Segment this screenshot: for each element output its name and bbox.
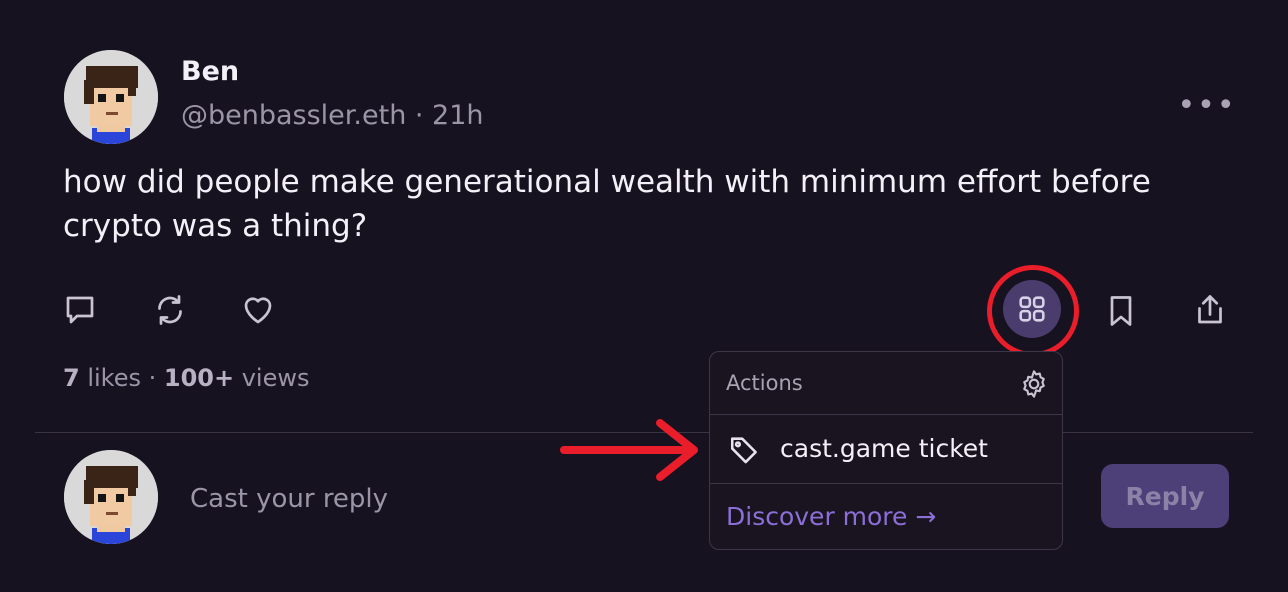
actions-dropdown: Actions cast.game ticket Discover more → bbox=[709, 351, 1063, 550]
action-item-cast-game-ticket[interactable]: cast.game ticket bbox=[710, 415, 1062, 484]
reply-button[interactable] bbox=[58, 288, 102, 332]
bookmark-icon bbox=[1110, 296, 1132, 326]
current-user-avatar bbox=[64, 450, 158, 544]
more-options-button[interactable]: ••• bbox=[1177, 88, 1234, 123]
likes-count[interactable]: 7 bbox=[63, 364, 80, 392]
cast-text: how did people make generational wealth … bbox=[63, 164, 1151, 244]
action-item-label: cast.game ticket bbox=[780, 434, 988, 463]
grid-icon bbox=[1019, 296, 1045, 322]
more-icon: ••• bbox=[1177, 87, 1237, 123]
like-button[interactable] bbox=[236, 288, 280, 332]
discover-more-link[interactable]: Discover more → bbox=[726, 502, 936, 531]
bookmark-button[interactable] bbox=[1099, 289, 1143, 333]
cast-stats: 7 likes · 100+ views bbox=[63, 364, 310, 392]
actions-dropdown-header: Actions bbox=[710, 352, 1062, 415]
views-count: 100+ bbox=[163, 364, 235, 392]
comment-icon bbox=[66, 296, 94, 324]
actions-settings-button[interactable] bbox=[1018, 368, 1050, 400]
author-handle-and-time[interactable]: @benbassler.eth · 21h bbox=[181, 100, 484, 131]
reply-input[interactable] bbox=[188, 478, 692, 520]
reply-submit-button[interactable]: Reply bbox=[1101, 464, 1229, 528]
avatar-image bbox=[64, 50, 158, 144]
actions-dropdown-title: Actions bbox=[726, 371, 803, 395]
stats-separator: · bbox=[140, 364, 164, 392]
share-button[interactable] bbox=[1188, 288, 1232, 332]
recast-button[interactable] bbox=[148, 288, 192, 332]
avatar-image bbox=[64, 450, 158, 544]
gear-icon bbox=[1023, 370, 1045, 398]
cast-actions-button[interactable] bbox=[1003, 280, 1061, 338]
share-icon bbox=[1198, 295, 1222, 324]
cast-card: Ben @benbassler.eth · 21h ••• how did pe… bbox=[0, 0, 1288, 592]
arrow-annotation bbox=[560, 419, 698, 481]
heart-icon bbox=[244, 297, 272, 324]
tag-icon bbox=[730, 437, 757, 464]
author-name[interactable]: Ben bbox=[181, 56, 239, 87]
divider bbox=[35, 432, 1253, 433]
views-label: views bbox=[234, 364, 310, 392]
recast-icon bbox=[158, 295, 182, 325]
author-avatar[interactable] bbox=[64, 50, 158, 144]
likes-label: likes bbox=[79, 364, 141, 392]
